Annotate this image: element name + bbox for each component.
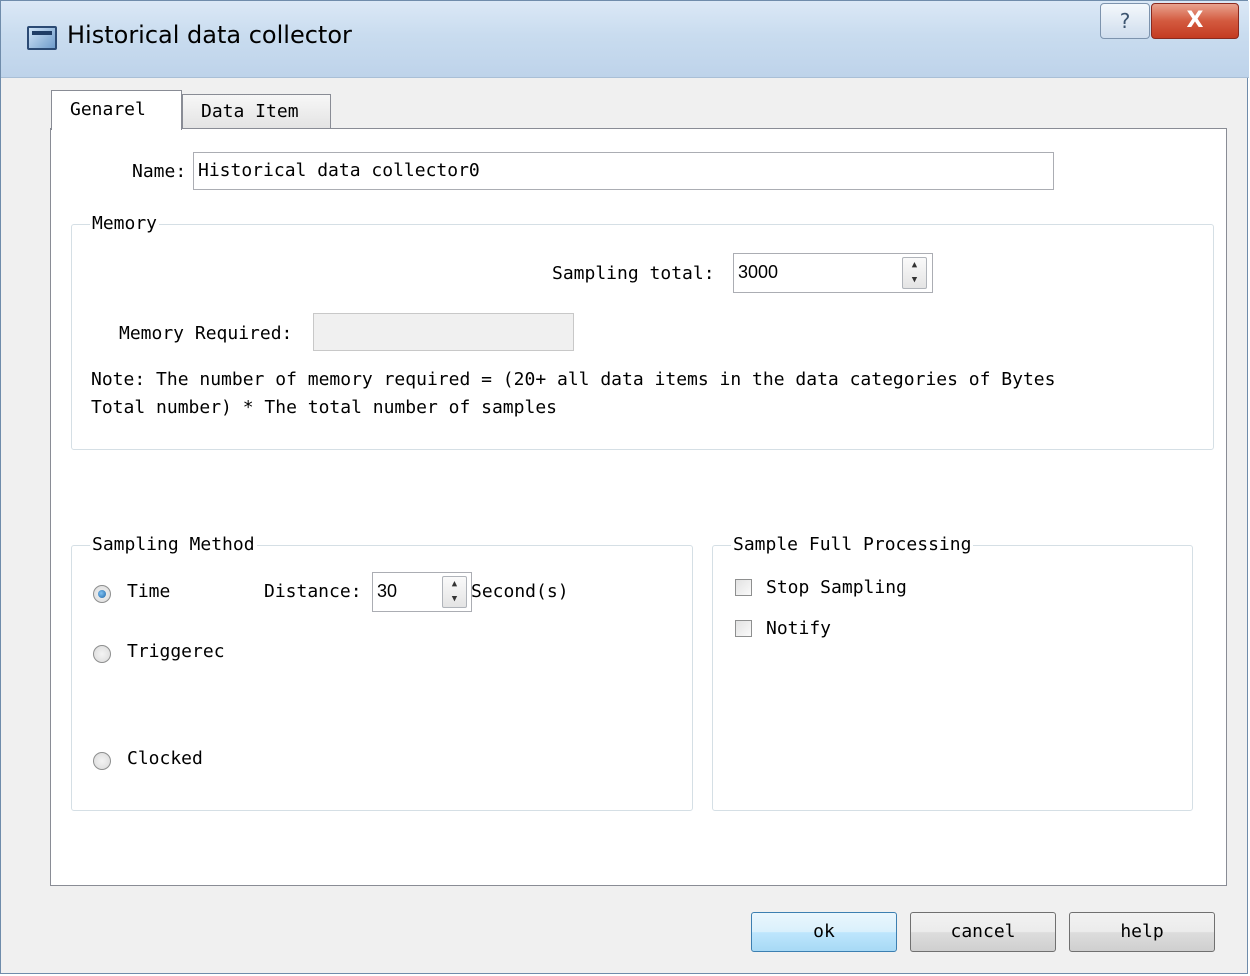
spin-up-icon[interactable]: ▲ xyxy=(443,577,466,592)
memory-required-label: Memory Required: xyxy=(119,323,293,344)
memory-note-line-2: Total number) * The total number of samp… xyxy=(91,397,557,418)
triggered-radio-label[interactable]: Triggerec xyxy=(127,641,233,662)
spin-down-icon[interactable]: ▼ xyxy=(903,273,926,288)
title-bar[interactable]: Historical data collector ? X xyxy=(1,1,1249,78)
name-input[interactable]: Historical data collector0 xyxy=(193,152,1054,190)
tab-general[interactable]: Genarel xyxy=(51,90,182,130)
ok-button[interactable]: ok xyxy=(751,912,897,952)
notify-checkbox[interactable] xyxy=(735,620,752,637)
memory-legend: Memory xyxy=(90,213,160,234)
stop-sampling-checkbox[interactable] xyxy=(735,579,752,596)
distance-label: Distance: xyxy=(264,581,362,602)
name-label: Name: xyxy=(132,161,187,182)
stop-sampling-label[interactable]: Stop Sampling xyxy=(766,577,907,598)
dialog-window: Historical data collector ? X Genarel Da… xyxy=(0,0,1249,974)
sampling-total-label: Sampling total: xyxy=(552,263,715,284)
sampling-total-spinner[interactable]: ▲ ▼ xyxy=(902,257,927,289)
time-radio[interactable] xyxy=(93,585,111,603)
cancel-button[interactable]: cancel xyxy=(910,912,1056,952)
clocked-radio-label[interactable]: Clocked xyxy=(127,748,203,769)
help-button[interactable]: help xyxy=(1069,912,1215,952)
distance-unit-label: Second(s) xyxy=(471,581,569,602)
spin-up-icon[interactable]: ▲ xyxy=(903,258,926,273)
memory-note-line-1: Note: The number of memory required = (2… xyxy=(91,369,1056,390)
window-title: Historical data collector xyxy=(67,21,352,49)
notify-label[interactable]: Notify xyxy=(766,618,831,639)
memory-required-field xyxy=(313,313,574,351)
close-button[interactable]: X xyxy=(1151,3,1239,39)
triggered-radio[interactable] xyxy=(93,645,111,663)
sampling-method-legend: Sampling Method xyxy=(90,534,257,555)
sample-full-legend: Sample Full Processing xyxy=(731,534,974,555)
distance-spinner[interactable]: ▲ ▼ xyxy=(442,576,467,608)
spin-down-icon[interactable]: ▼ xyxy=(443,592,466,607)
title-help-button[interactable]: ? xyxy=(1100,3,1150,39)
time-radio-label[interactable]: Time xyxy=(127,581,170,602)
app-window-icon xyxy=(27,26,57,50)
tab-data-item[interactable]: Data Item xyxy=(182,94,331,129)
clocked-radio[interactable] xyxy=(93,752,111,770)
